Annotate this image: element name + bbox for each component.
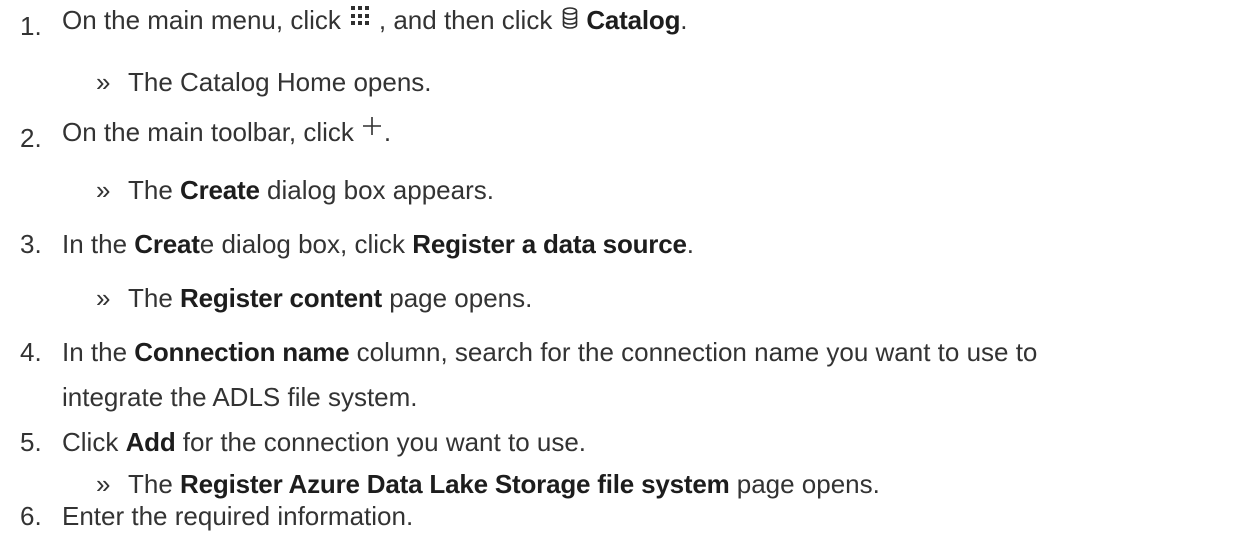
register-content-label: Register content xyxy=(180,283,382,313)
step-number: 3. xyxy=(20,229,42,259)
create-dialog-label: Creat xyxy=(134,229,200,259)
register-data-source-label: Register a data source xyxy=(412,229,687,259)
step-number: 1. xyxy=(20,11,42,41)
plus-icon xyxy=(362,117,381,136)
step-number: 4. xyxy=(20,337,42,367)
step-number: 2. xyxy=(20,123,42,153)
step-text: On the main toolbar, click xyxy=(62,117,354,147)
step-text: Enter the required information. xyxy=(62,501,414,531)
connection-name-label: Connection name xyxy=(134,337,350,367)
database-icon xyxy=(563,7,578,29)
register-adls-label: Register Azure Data Lake Storage file sy… xyxy=(180,469,730,499)
add-label: Add xyxy=(125,427,176,457)
step-text: integrate the ADLS file system. xyxy=(62,382,418,412)
create-dialog-label: Create xyxy=(180,175,260,205)
step-number: 6. xyxy=(20,501,42,531)
step-text: On the main menu, click xyxy=(62,5,341,35)
result-marker: » xyxy=(96,175,111,205)
result-marker: » xyxy=(96,67,111,97)
step-number: 5. xyxy=(20,427,42,457)
result-marker: » xyxy=(96,283,111,313)
apps-grid-icon xyxy=(350,6,371,26)
catalog-menu-label: Catalog xyxy=(586,5,681,35)
step-text: , and then click xyxy=(378,5,553,35)
result-marker: » xyxy=(96,469,111,499)
result-text: The Catalog Home opens. xyxy=(128,67,432,97)
